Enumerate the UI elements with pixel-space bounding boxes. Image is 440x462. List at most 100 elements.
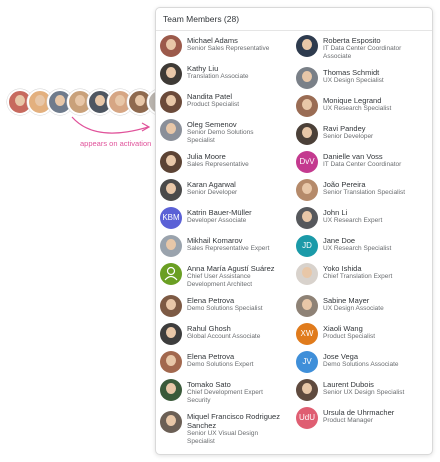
- member-text: João Pereira Senior Translation Specialis…: [323, 180, 405, 197]
- team-members-popover: Team Members (28) Michael Adams Senior Sa…: [155, 7, 433, 455]
- member-text: Ursula de Uhrmacher Product Manager: [323, 408, 394, 425]
- member-item[interactable]: Oleg Semenov Senior Demo Solutions Special…: [160, 119, 296, 145]
- member-name: Miquel Francisco Rodriguez: [187, 412, 280, 421]
- member-role: UX Design Associate: [323, 305, 384, 312]
- member-name: Laurent Dubois: [323, 380, 374, 389]
- member-text: Elena Petrova Demo Solutions Specialist: [187, 296, 263, 313]
- member-text: Yoko Ishida Chief Translation Expert: [323, 264, 392, 281]
- member-item[interactable]: Sabine Mayer UX Design Associate: [296, 295, 432, 317]
- member-role: Sales Representative: [187, 161, 249, 168]
- member-item[interactable]: Elena Petrova Demo Solutions Expert: [160, 351, 296, 373]
- member-photo-avatar: [160, 35, 182, 57]
- member-item[interactable]: UdU Ursula de Uhrmacher Product Manager: [296, 407, 432, 429]
- member-item[interactable]: Rahul Ghosh Global Account Associate: [160, 323, 296, 345]
- member-role: Specialist: [187, 137, 215, 144]
- member-role: Senior UX Design Specialist: [323, 389, 405, 396]
- member-role: IT Data Center Coordinator: [323, 161, 402, 168]
- member-name: Tomako Sato: [187, 380, 231, 389]
- member-photo-avatar: [160, 119, 182, 141]
- member-item[interactable]: John Li UX Research Expert: [296, 207, 432, 229]
- member-role: Senior Developer: [187, 189, 238, 196]
- member-item[interactable]: Yoko Ishida Chief Translation Expert: [296, 263, 432, 285]
- member-item[interactable]: João Pereira Senior Translation Specialis…: [296, 179, 432, 201]
- member-photo-avatar: [296, 35, 318, 57]
- member-role: Senior Translation Specialist: [323, 189, 406, 196]
- member-role: Specialist: [187, 438, 215, 445]
- member-role: Global Account Associate: [187, 333, 261, 340]
- member-text: Rahul Ghosh Global Account Associate: [187, 324, 260, 341]
- member-name: Roberta Esposito: [323, 36, 381, 45]
- member-role: Senior Sales Representative: [187, 45, 270, 52]
- member-item[interactable]: KBM Katrin Bauer-Müller Developer Associat…: [160, 207, 296, 229]
- member-role: Chief Development Expert: [187, 389, 263, 396]
- member-item[interactable]: Michael Adams Senior Sales Representative: [160, 35, 296, 57]
- member-item[interactable]: Tomako Sato Chief Development Expert Secur…: [160, 379, 296, 405]
- member-item[interactable]: JV Jose Vega Demo Solutions Associate: [296, 351, 432, 373]
- member-text: Kathy Liu Translation Associate: [187, 64, 249, 81]
- member-name: Michael Adams: [187, 36, 238, 45]
- member-item[interactable]: Roberta Esposito IT Data Center Coordinat…: [296, 35, 432, 61]
- member-text: Thomas Schmidt UX Design Specialist: [323, 68, 384, 85]
- member-item[interactable]: Kathy Liu Translation Associate: [160, 63, 296, 85]
- member-text: Jose Vega Demo Solutions Associate: [323, 352, 399, 369]
- member-name-line-2: Sanchez: [187, 421, 217, 430]
- member-photo-avatar: [160, 379, 182, 401]
- member-initials-avatar: JV: [296, 351, 318, 373]
- member-name: Kathy Liu: [187, 64, 219, 73]
- member-text: Michael Adams Senior Sales Representative: [187, 36, 269, 53]
- member-name: João Pereira: [323, 180, 366, 189]
- member-item[interactable]: Nandita Patel Product Specialist: [160, 91, 296, 113]
- member-photo-avatar: [160, 351, 182, 373]
- member-item[interactable]: Anna María Agustí Suárez Chief User Assis…: [160, 263, 296, 289]
- member-photo-avatar: [296, 95, 318, 117]
- member-photo-avatar: [296, 263, 318, 285]
- member-item[interactable]: Julia Moore Sales Representative: [160, 151, 296, 173]
- member-text: Nandita Patel Product Specialist: [187, 92, 239, 109]
- person-icon: [160, 263, 182, 285]
- member-name: Danielle van Voss: [323, 152, 383, 161]
- member-photo-avatar: [160, 411, 182, 433]
- member-item[interactable]: Thomas Schmidt UX Design Specialist: [296, 67, 432, 89]
- member-text: Monique Legrand UX Research Specialist: [323, 96, 391, 113]
- member-photo-avatar: [296, 179, 318, 201]
- member-name: Elena Petrova: [187, 352, 235, 361]
- member-role: Demo Solutions Specialist: [187, 305, 263, 312]
- member-text: Katrin Bauer-Müller Developer Associate: [187, 208, 252, 225]
- member-photo-avatar: [296, 295, 318, 317]
- member-item[interactable]: JD Jane Doe UX Research Specialist: [296, 235, 432, 257]
- member-name: Elena Petrova: [187, 296, 235, 305]
- member-text: Oleg Semenov Senior Demo Solutions Special…: [187, 120, 253, 145]
- member-name: Anna María Agustí Suárez: [187, 264, 275, 273]
- member-text: Sabine Mayer UX Design Associate: [323, 296, 384, 313]
- member-name: Monique Legrand: [323, 96, 382, 105]
- member-item[interactable]: Miquel Francisco Rodriguez Sanchez Senior …: [160, 411, 296, 446]
- member-role: Chief User Assistance: [187, 273, 251, 280]
- member-item[interactable]: Monique Legrand UX Research Specialist: [296, 95, 432, 117]
- member-item[interactable]: Mikhail Komarov Sales Representative Expe…: [160, 235, 296, 257]
- member-text: Ravi Pandey Senior Developer: [323, 124, 373, 141]
- member-item[interactable]: DvV Danielle van Voss IT Data Center Coord…: [296, 151, 432, 173]
- popover-title: Team Members (28): [156, 8, 432, 31]
- member-item[interactable]: Ravi Pandey Senior Developer: [296, 123, 432, 145]
- member-role: Product Specialist: [187, 101, 240, 108]
- member-role: UX Research Specialist: [323, 105, 392, 112]
- member-item[interactable]: Laurent Dubois Senior UX Design Specialis…: [296, 379, 432, 401]
- member-name: John Li: [323, 208, 348, 217]
- member-item[interactable]: Elena Petrova Demo Solutions Specialist: [160, 295, 296, 317]
- member-role: Development Architect: [187, 281, 253, 288]
- member-role: Demo Solutions Expert: [187, 361, 254, 368]
- member-role: Translation Associate: [187, 73, 249, 80]
- member-role: Senior Demo Solutions: [187, 129, 254, 136]
- member-initials-avatar: DvV: [296, 151, 318, 173]
- member-name: Jane Doe: [323, 236, 356, 245]
- member-text: Tomako Sato Chief Development Expert Secur…: [187, 380, 263, 405]
- member-item[interactable]: Karan Agarwal Senior Developer: [160, 179, 296, 201]
- member-role: UX Research Expert: [323, 217, 383, 224]
- member-item[interactable]: XW Xiaoli Wang Product Specialist: [296, 323, 432, 345]
- member-role: Product Manager: [323, 417, 373, 424]
- member-photo-avatar: [160, 235, 182, 257]
- member-initials-avatar: UdU: [296, 407, 318, 429]
- member-photo-avatar: [160, 323, 182, 345]
- member-name: Katrin Bauer-Müller: [187, 208, 252, 217]
- member-role: Demo Solutions Associate: [323, 361, 399, 368]
